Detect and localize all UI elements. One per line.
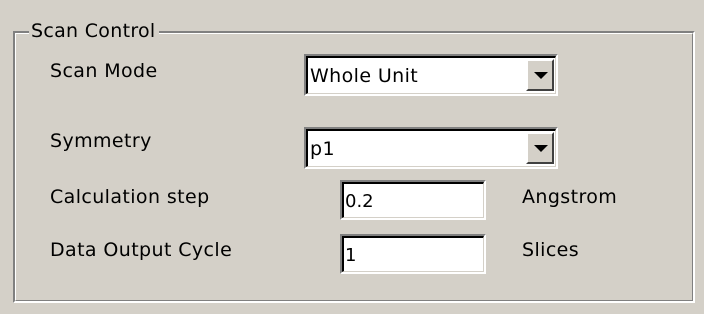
scan-mode-dropdown-button[interactable]: [526, 59, 554, 91]
data-output-cycle-unit: Slices: [522, 239, 580, 261]
calculation-step-value: 0.2: [345, 191, 374, 212]
data-output-cycle-label: Data Output Cycle: [50, 239, 233, 261]
symmetry-label: Symmetry: [50, 130, 152, 152]
scan-mode-value: Whole Unit: [310, 65, 419, 87]
symmetry-select[interactable]: p1: [304, 127, 558, 169]
calculation-step-input[interactable]: 0.2: [340, 180, 486, 220]
data-output-cycle-input[interactable]: 1: [340, 234, 486, 274]
chevron-down-icon: [534, 145, 548, 152]
symmetry-value: p1: [310, 138, 335, 160]
symmetry-dropdown-button[interactable]: [526, 132, 554, 164]
calculation-step-label: Calculation step: [50, 186, 210, 208]
scan-mode-label: Scan Mode: [50, 60, 158, 82]
scan-control-title: Scan Control: [29, 20, 159, 42]
chevron-down-icon: [534, 72, 548, 79]
data-output-cycle-value: 1: [345, 245, 357, 266]
scan-mode-select[interactable]: Whole Unit: [304, 54, 558, 96]
calculation-step-unit: Angstrom: [522, 186, 618, 208]
